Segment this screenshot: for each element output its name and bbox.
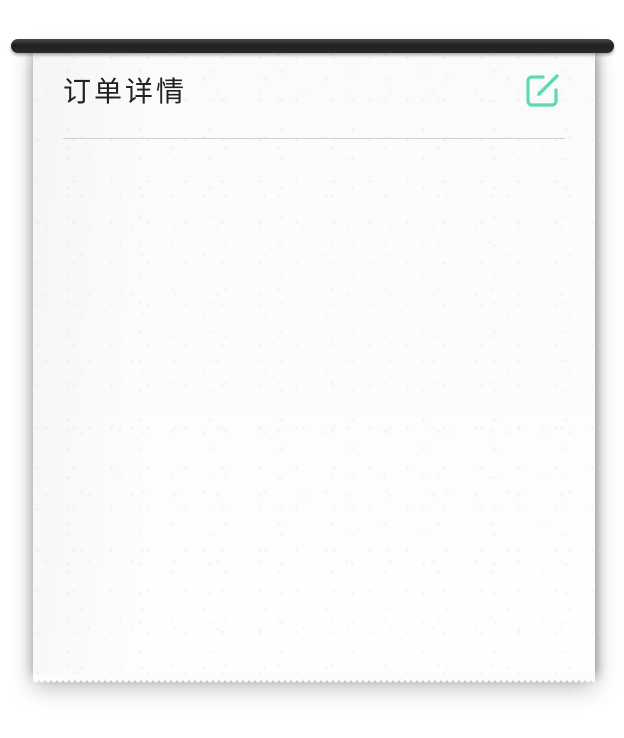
page-title: 订单详情 (63, 75, 188, 108)
receipt-paper: 订单详情 (33, 46, 595, 680)
order-detail-screen: 订单详情 (0, 0, 624, 738)
edit-icon (526, 74, 559, 107)
edit-button[interactable] (523, 72, 561, 110)
receipt-header: 订单详情 (63, 74, 565, 139)
receipt-torn-edge (33, 674, 595, 688)
receipt-roller (11, 39, 614, 53)
